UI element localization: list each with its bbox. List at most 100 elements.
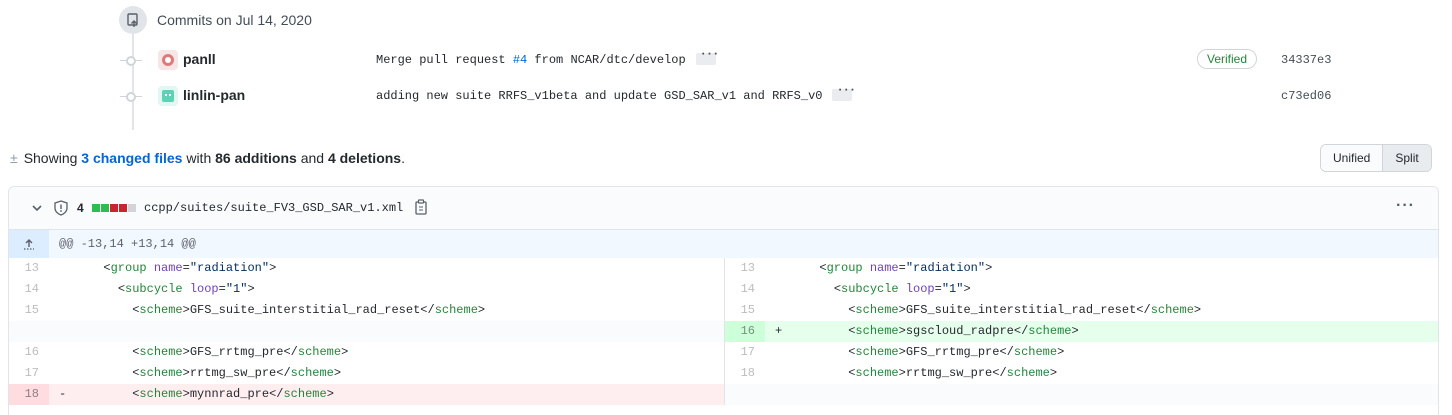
diff-line: 17 <scheme>GFS_rrtmg_pre</scheme> bbox=[725, 342, 1438, 363]
verified-badge[interactable]: Verified bbox=[1197, 49, 1258, 69]
clipboard-icon[interactable] bbox=[415, 199, 427, 218]
line-number[interactable]: 14 bbox=[9, 279, 49, 300]
diffstat-text: . bbox=[401, 150, 405, 166]
code-content: <group name="radiation"> bbox=[805, 258, 992, 279]
line-number[interactable]: 18 bbox=[725, 363, 765, 384]
change-count: 4 bbox=[77, 201, 84, 215]
commit-sha-link[interactable]: 34337e3 bbox=[1281, 53, 1331, 67]
commit-author-link[interactable]: panll bbox=[183, 51, 216, 67]
code-token: > bbox=[898, 303, 906, 317]
code-token: > bbox=[1057, 345, 1065, 359]
code-token: scheme bbox=[855, 303, 899, 317]
code-content: <scheme>GFS_rrtmg_pre</scheme> bbox=[89, 342, 348, 363]
code-token: > bbox=[985, 261, 993, 275]
commit-sha-link[interactable]: c73ed06 bbox=[1281, 89, 1331, 103]
changed-files-link[interactable]: 3 changed files bbox=[81, 150, 182, 166]
code-content: <subcycle loop="1"> bbox=[89, 279, 255, 300]
code-token: "radiation" bbox=[189, 261, 270, 275]
code-content: <group name="radiation"> bbox=[89, 258, 276, 279]
diff-left-side: 13 <group name="radiation"> 14 <subcycle … bbox=[9, 258, 724, 405]
commit-message-link[interactable]: Merge pull request #4 from NCAR/dtc/deve… bbox=[376, 47, 718, 67]
code-token: > bbox=[247, 282, 255, 296]
avatar[interactable] bbox=[158, 50, 178, 70]
code-token: < bbox=[117, 282, 126, 296]
code-token: loop bbox=[182, 282, 219, 296]
kebab-menu-icon[interactable]: ··· bbox=[1396, 197, 1415, 215]
code-content: <scheme>GFS_rrtmg_pre</scheme> bbox=[805, 342, 1064, 363]
code-token: </ bbox=[420, 303, 435, 317]
diffstat-blocks bbox=[92, 204, 136, 212]
code-token: > bbox=[1071, 324, 1079, 338]
line-number[interactable]: 15 bbox=[725, 300, 765, 321]
line-number[interactable]: 16 bbox=[725, 321, 765, 342]
file-path-link[interactable]: ccpp/suites/suite_FV3_GSD_SAR_v1.xml bbox=[144, 201, 403, 215]
expand-up-icon[interactable] bbox=[9, 230, 49, 258]
git-commit-icon bbox=[119, 6, 147, 34]
avatar[interactable] bbox=[158, 86, 178, 106]
diffstat-text: and bbox=[296, 150, 328, 166]
code-token: subcycle bbox=[125, 282, 183, 296]
code-content: <scheme>mynnrad_pre</scheme> bbox=[89, 384, 334, 405]
code-token: = bbox=[218, 282, 226, 296]
code-token: </ bbox=[1013, 324, 1029, 338]
code-token: scheme bbox=[434, 303, 478, 317]
code-token: </ bbox=[269, 387, 284, 401]
commit-row: panll Merge pull request #4 from NCAR/dt… bbox=[120, 47, 1350, 72]
code-token: < bbox=[833, 282, 842, 296]
line-number[interactable]: 17 bbox=[725, 342, 765, 363]
hunk-header-text: @@ -13,14 +13,14 @@ bbox=[59, 237, 196, 251]
line-number[interactable]: 17 bbox=[9, 363, 49, 384]
deletions-count: 4 deletions bbox=[327, 150, 402, 166]
diff-line bbox=[9, 321, 724, 342]
code-token: > bbox=[182, 387, 190, 401]
line-number[interactable]: 13 bbox=[725, 258, 765, 279]
line-number[interactable]: 14 bbox=[725, 279, 765, 300]
file-diff: 4 ccpp/suites/suite_FV3_GSD_SAR_v1.xml ·… bbox=[8, 186, 1439, 415]
commits-date-heading: Commits on Jul 14, 2020 bbox=[157, 12, 312, 28]
code-token: scheme bbox=[290, 366, 334, 380]
code-token: sgscloud_radpre bbox=[905, 324, 1014, 338]
code-content: <scheme>rrtmg_sw_pre</scheme> bbox=[805, 363, 1057, 384]
diff-line: 15 <scheme>GFS_suite_interstitial_rad_re… bbox=[725, 300, 1438, 321]
line-number[interactable] bbox=[725, 384, 765, 405]
split-view-button[interactable]: Split bbox=[1382, 145, 1431, 171]
expand-message-button[interactable] bbox=[695, 47, 718, 65]
code-token: scheme bbox=[1006, 366, 1050, 380]
code-token: > bbox=[182, 366, 190, 380]
line-number[interactable] bbox=[9, 321, 49, 342]
code-content: <scheme>GFS_suite_interstitial_rad_reset… bbox=[89, 300, 485, 321]
commit-message-link[interactable]: adding new suite RRFS_v1beta and update … bbox=[376, 83, 855, 103]
code-token: > bbox=[182, 303, 190, 317]
code-token: rrtmg_sw_pre bbox=[189, 366, 277, 380]
unified-view-button[interactable]: Unified bbox=[1321, 145, 1383, 171]
hunk-header: @@ -13,14 +13,14 @@ bbox=[9, 230, 1438, 258]
chevron-down-icon[interactable] bbox=[31, 201, 43, 217]
code-token: = bbox=[898, 261, 906, 275]
pull-request-link[interactable]: #4 bbox=[513, 53, 527, 67]
code-token: rrtmg_sw_pre bbox=[905, 366, 993, 380]
diffstat-summary: ± Showing 3 changed files with 86 additio… bbox=[10, 150, 405, 166]
code-token: = bbox=[934, 282, 942, 296]
diff-line: 17 <scheme>rrtmg_sw_pre</scheme> bbox=[9, 363, 724, 384]
diff-line: 15 <scheme>GFS_suite_interstitial_rad_re… bbox=[9, 300, 724, 321]
code-token: scheme bbox=[139, 345, 183, 359]
code-token: > bbox=[269, 261, 277, 275]
code-token: < bbox=[819, 261, 827, 275]
line-number[interactable]: 16 bbox=[9, 342, 49, 363]
expand-message-button[interactable] bbox=[832, 83, 855, 101]
line-number[interactable]: 15 bbox=[9, 300, 49, 321]
diff-line: 16 <scheme>GFS_rrtmg_pre</scheme> bbox=[9, 342, 724, 363]
diffstat-block-del bbox=[119, 204, 127, 212]
code-token: scheme bbox=[1013, 345, 1058, 359]
line-number[interactable]: 13 bbox=[9, 258, 49, 279]
diff-marker: + bbox=[775, 324, 783, 338]
commit-author-link[interactable]: linlin-pan bbox=[183, 87, 245, 103]
line-number[interactable]: 18 bbox=[9, 384, 49, 405]
code-token: > bbox=[1049, 366, 1058, 380]
